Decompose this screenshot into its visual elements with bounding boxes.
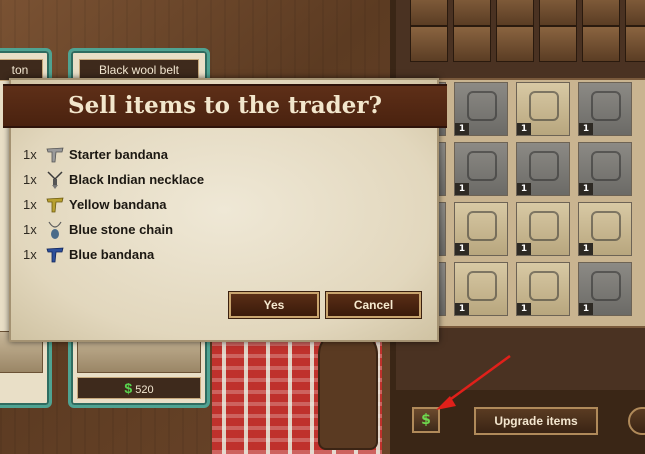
list-item: 1x Blue stone chain (23, 217, 204, 242)
slot-count-badge: 1 (579, 123, 593, 135)
inventory-slot[interactable]: 1 (578, 142, 632, 196)
slot-count-badge: 1 (517, 123, 531, 135)
equipment-slot[interactable] (539, 26, 577, 62)
equipment-slot[interactable] (453, 0, 491, 26)
item-name: Starter bandana (69, 147, 168, 162)
sell-confirmation-dialog: Sell items to the trader? 1x Starter ban… (3, 78, 447, 342)
slot-count-badge: 1 (579, 303, 593, 315)
equipment-slot[interactable] (496, 0, 534, 26)
equipment-slot[interactable] (496, 26, 534, 62)
item-icon (591, 91, 621, 121)
inventory-slot[interactable]: 1 (516, 142, 570, 196)
inventory-slot[interactable]: 1 (578, 202, 632, 256)
item-icon (467, 271, 497, 301)
yes-button[interactable]: Yes (229, 292, 319, 318)
equipment-slot[interactable] (453, 26, 491, 62)
equipment-slot[interactable] (410, 0, 448, 26)
inventory-slot[interactable]: 1 (516, 262, 570, 316)
inventory-slot[interactable]: 1 (516, 202, 570, 256)
inventory-slot[interactable]: 1 (454, 202, 508, 256)
list-item: 1x Blue bandana (23, 242, 204, 267)
inventory-slot[interactable]: 1 (454, 142, 508, 196)
slot-count-badge: 1 (455, 183, 469, 195)
item-icon (467, 91, 497, 121)
inventory-slot[interactable]: 1 (578, 262, 632, 316)
blue-stone-chain-icon (48, 221, 62, 239)
item-name: Yellow bandana (69, 197, 167, 212)
price-value: 520 (135, 384, 154, 396)
item-quantity: 1x (23, 147, 37, 162)
item-icon (467, 211, 497, 241)
inventory-slot[interactable]: 1 (578, 82, 632, 136)
dollar-icon: $ (124, 380, 133, 396)
item-quantity: 1x (23, 222, 37, 237)
cancel-button[interactable]: Cancel (326, 292, 421, 318)
item-icon (591, 211, 621, 241)
starter-bandana-icon (46, 147, 64, 162)
item-icon (529, 91, 559, 121)
item-quantity: 1x (23, 172, 37, 187)
store-item-price: $ 520 (77, 377, 201, 399)
equipment-slot[interactable] (625, 0, 645, 26)
equipment-slot[interactable] (582, 26, 620, 62)
slot-count-badge: 1 (517, 303, 531, 315)
equipment-row (410, 0, 645, 72)
item-icon (591, 151, 621, 181)
slot-count-badge: 1 (455, 123, 469, 135)
equipment-slot[interactable] (582, 0, 620, 26)
black-indian-necklace-icon (47, 170, 63, 189)
item-quantity: 1x (23, 247, 37, 262)
slot-count-badge: 1 (517, 243, 531, 255)
slot-count-badge: 1 (455, 303, 469, 315)
item-icon (467, 151, 497, 181)
slot-count-badge: 1 (517, 183, 531, 195)
yellow-bandana-icon (46, 197, 64, 212)
saddle-image (318, 330, 378, 450)
list-item: 1x Black Indian necklace (23, 167, 204, 192)
item-icon (529, 211, 559, 241)
list-item: 1x Starter bandana (23, 142, 204, 167)
slot-count-badge: 1 (455, 243, 469, 255)
inventory-slot[interactable]: 1 (516, 82, 570, 136)
equipment-slot[interactable] (539, 0, 577, 26)
dialog-header: Sell items to the trader? (3, 84, 447, 128)
inventory-slot[interactable]: 1 (454, 262, 508, 316)
sell-item-list: 1x Starter bandana 1x Black Indian neckl… (23, 142, 204, 267)
item-name: Blue stone chain (69, 222, 174, 237)
item-name: Blue bandana (69, 247, 155, 262)
equipment-slot[interactable] (410, 26, 448, 62)
item-quantity: 1x (23, 197, 37, 212)
list-item: 1x Yellow bandana (23, 192, 204, 217)
item-icon (529, 271, 559, 301)
item-name: Black Indian necklace (69, 172, 205, 187)
equipment-slot[interactable] (625, 26, 645, 62)
item-icon (529, 151, 559, 181)
slot-count-badge: 1 (579, 183, 593, 195)
red-arrow-annotation (436, 354, 511, 410)
slot-count-badge: 1 (579, 243, 593, 255)
item-icon (591, 271, 621, 301)
dialog-title: Sell items to the trader? (68, 92, 382, 119)
inventory-slot[interactable]: 1 (454, 82, 508, 136)
blue-bandana-icon (46, 247, 64, 262)
